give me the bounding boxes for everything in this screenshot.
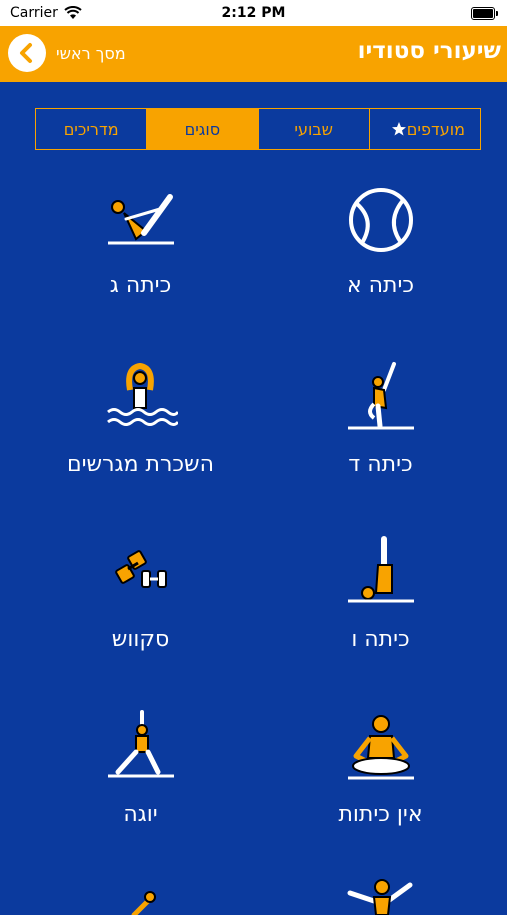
- category-label: כיתה ג: [109, 273, 172, 298]
- meditation-icon: [347, 715, 414, 780]
- back-button[interactable]: מסך ראשי: [8, 34, 126, 72]
- tab-label: שבועי: [294, 119, 333, 139]
- shoulder-stand-icon: [347, 536, 414, 603]
- category-item[interactable]: כיתה ג: [14, 185, 267, 298]
- dancer-icon: [347, 879, 412, 915]
- category-label: כיתה א: [346, 273, 415, 298]
- page-title: שיעורי סטודיו: [357, 38, 501, 64]
- tab-instructors[interactable]: מדריכים: [36, 109, 146, 149]
- status-bar: Carrier 2:12 PM: [0, 0, 507, 26]
- chevron-left-icon: [8, 34, 46, 72]
- tab-weekly[interactable]: שבועי: [257, 109, 369, 149]
- category-item[interactable]: כיתה ד: [254, 360, 507, 477]
- stretch-pose-icon: [347, 362, 414, 430]
- category-label: השכרת מגרשים: [67, 452, 214, 477]
- category-item[interactable]: [14, 887, 267, 915]
- star-icon: [391, 122, 406, 136]
- swimmer-icon: [106, 362, 178, 426]
- pilates-boat-pose-icon: [107, 194, 174, 245]
- category-item[interactable]: כיתה ו: [254, 535, 507, 652]
- tab-favorites[interactable]: מועדפים: [368, 109, 480, 149]
- category-label: אין כיתות: [338, 802, 423, 827]
- category-item[interactable]: סקווש: [14, 535, 267, 652]
- category-label: כיתה ד: [348, 452, 413, 477]
- category-item[interactable]: אין כיתות: [254, 710, 507, 827]
- category-item[interactable]: יוגה: [14, 710, 267, 827]
- category-item[interactable]: [254, 875, 507, 915]
- category-item[interactable]: השכרת מגרשים: [14, 360, 267, 477]
- exercise-icon: [131, 891, 156, 915]
- tab-label: מדריכים: [63, 119, 119, 139]
- category-item[interactable]: כיתה א: [254, 185, 507, 298]
- category-label: יוגה: [123, 802, 158, 827]
- back-label: מסך ראשי: [56, 43, 126, 63]
- tab-label: סוגים: [184, 119, 221, 139]
- warrior-pose-icon: [107, 710, 174, 778]
- battery-icon: [471, 7, 498, 20]
- category-label: סקווש: [111, 627, 170, 652]
- dumbbells-icon: [114, 550, 167, 588]
- ball-icon: [348, 188, 413, 252]
- clock: 2:12 PM: [221, 5, 286, 21]
- tab-types[interactable]: סוגים: [146, 109, 258, 149]
- tab-bar: מדריכים סוגים שבועי מועדפים: [35, 108, 481, 150]
- nav-bar: מסך ראשי שיעורי סטודיו: [0, 26, 507, 82]
- tab-label: מועדפים: [406, 119, 465, 139]
- category-label: כיתה ו: [351, 627, 410, 652]
